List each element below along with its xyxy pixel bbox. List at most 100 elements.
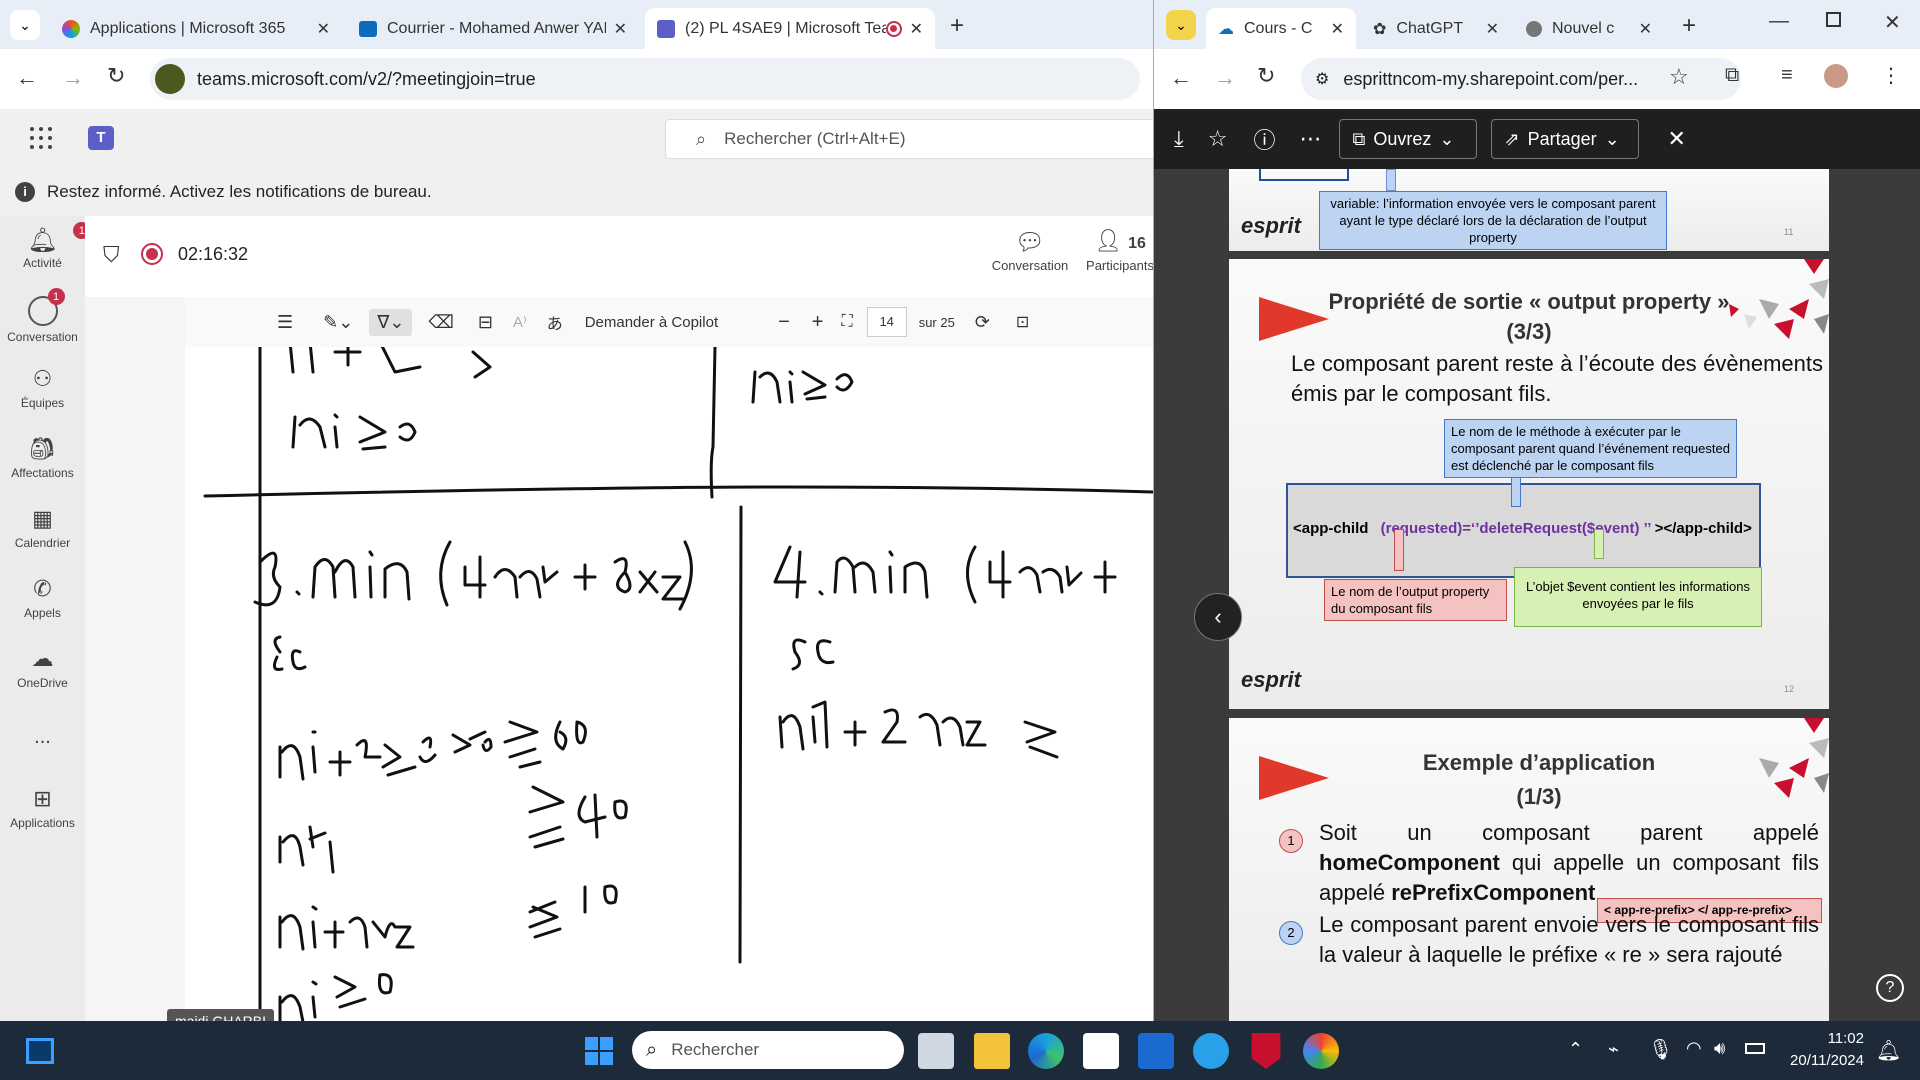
media-icon[interactable]: ≡ [1781,64,1793,87]
tab-search-button[interactable]: ⌄ [10,10,40,40]
start-button[interactable] [585,1037,613,1065]
help-icon[interactable]: ? [1876,974,1904,1002]
open-button[interactable]: ⧉ Ouvrez ⌄ [1339,119,1478,159]
recording-icon [141,243,163,265]
widgets-icon[interactable] [26,1038,54,1064]
maximize-button[interactable] [1826,12,1841,27]
battery-icon[interactable] [1745,1043,1765,1054]
conversation-button[interactable]: 💬︎ Conversation [988,228,1072,273]
open-external-icon: ⧉ [1352,128,1366,149]
draw-icon[interactable]: ∇⌄ [369,308,413,336]
rail-calendar[interactable]: ▦ Calendrier [0,506,85,550]
task-view-icon[interactable] [918,1033,954,1069]
esprit-logo: esprit [1241,667,1301,692]
highlighter-icon[interactable]: ✎⌄ [323,312,353,333]
chat-icon: 💬︎ [1014,229,1046,256]
info-icon[interactable]: ⓘ [1253,123,1275,155]
clock-time[interactable]: 11:02 [1800,1030,1864,1047]
download-icon[interactable]: ⤓ [1174,126,1184,152]
new-tab-button[interactable]: + [1682,12,1696,40]
clock-date[interactable]: 20/11/2024 [1778,1052,1864,1069]
rail-calls[interactable]: ✆ Appels [0,576,85,620]
minimize-button[interactable]: — [1769,10,1789,33]
rail-onedrive[interactable]: ☁ OneDrive [0,646,85,690]
tab-onedrive[interactable]: ☁ Cours - C ✕ [1206,8,1356,49]
fit-page-icon[interactable]: ⛶ [841,313,852,331]
menu-icon[interactable]: ⋮ [1881,63,1901,88]
rail-teams[interactable]: ⚇ Équipes [0,366,85,410]
zoom-in-icon[interactable]: + [812,311,824,334]
microphone-icon[interactable]: 🎙︎ [1648,1037,1673,1062]
close-tab-icon[interactable]: ✕ [614,19,627,39]
extensions-icon[interactable]: ⧉ [1725,64,1739,87]
chevron-up-icon[interactable]: ⌃ [1568,1039,1583,1060]
forward-icon[interactable]: → [1214,65,1236,91]
slide13-item1: Soit un composant parent appelé homeComp… [1319,820,1819,905]
bookmark-star-icon[interactable]: ☆ [1669,64,1689,90]
search-input[interactable]: ⌕ Rechercher (Ctrl+Alt+E) [665,119,1165,159]
read-aloud-icon[interactable]: A⁾ [513,313,527,331]
site-settings-icon[interactable]: ⚙ [1315,69,1329,89]
reload-icon[interactable]: ↻ [1257,63,1275,89]
mic-permission-icon[interactable] [155,64,185,94]
close-viewer-icon[interactable]: ✕ [1667,126,1685,152]
close-window-button[interactable]: ✕ [1884,10,1901,35]
forward-icon[interactable]: → [62,65,84,91]
app-launcher-icon[interactable] [30,127,52,149]
close-tab-icon[interactable]: ✕ [910,19,923,39]
close-tab-icon[interactable]: ✕ [1331,19,1344,39]
conversation-label: Conversation [991,258,1069,273]
rail-assignments[interactable]: 🎒︎ Affectations [0,436,85,480]
tab-microsoft365[interactable]: Applications | Microsoft 365 ✕ [50,8,342,49]
edge-icon[interactable] [1028,1033,1064,1069]
myhp-icon[interactable] [1138,1033,1174,1069]
rail-apps[interactable]: ⊞ Applications [0,786,85,830]
participants-button[interactable]: 👤︎ 16 Participants [1080,228,1160,273]
tab-outlook[interactable]: Courrier - Mohamed Anwer YAI ✕ [347,8,639,49]
tab-new[interactable]: Nouvel c ✕ [1514,8,1664,49]
mcafee-icon[interactable] [1251,1033,1281,1069]
rotate-icon[interactable]: ⟳ [975,312,990,333]
new-tab-button[interactable]: + [950,12,964,40]
reload-icon[interactable]: ↻ [107,63,125,89]
url-field[interactable]: teams.microsoft.com/v2/?meetingjoin=true [150,58,1140,100]
tab-search-button[interactable]: ⌄ [1166,10,1196,40]
wifi-icon[interactable]: ◠ [1686,1038,1702,1059]
rail-chat[interactable]: 1 Conversation [0,288,85,344]
help-app-icon[interactable] [1193,1033,1229,1069]
taskbar-search[interactable]: ⌕ Rechercher [632,1031,904,1069]
text-box-icon[interactable]: ⊟ [478,312,493,333]
previous-page-button[interactable]: ‹ [1194,593,1242,641]
two-page-icon[interactable]: ⊡ [1016,312,1029,332]
translate-icon[interactable]: あ [547,310,563,334]
favorite-star-icon[interactable]: ☆ [1208,126,1228,152]
zoom-out-icon[interactable]: − [778,311,790,334]
volume-icon[interactable]: 🔊︎ [1714,1038,1725,1059]
back-icon[interactable]: ← [16,65,38,91]
close-tab-icon[interactable]: ✕ [317,19,330,39]
network-off-icon[interactable]: ⌁ [1608,1039,1619,1060]
close-tab-icon[interactable]: ✕ [1639,19,1652,39]
eraser-icon[interactable]: ⌫ [428,312,453,333]
copilot-button[interactable]: Demander à Copilot [585,314,718,331]
contents-icon[interactable]: ☰ [277,312,293,333]
teams-logo-icon: T [88,126,114,150]
search-placeholder: Rechercher (Ctrl+Alt+E) [724,129,906,148]
close-tab-icon[interactable]: ✕ [1486,19,1499,39]
code-box: <app-child (requested)=‘’deleteRequest($… [1286,483,1761,578]
file-explorer-icon[interactable] [974,1033,1010,1069]
back-icon[interactable]: ← [1170,65,1192,91]
rail-activity[interactable]: 🔔︎ 1 Activité [0,222,91,270]
rail-more[interactable]: ... [0,726,85,749]
profile-avatar[interactable] [1824,64,1848,88]
tab-chatgpt[interactable]: ✿ ChatGPT ✕ [1361,8,1511,49]
chrome-icon[interactable] [1303,1033,1339,1069]
notification-bell-icon[interactable]: 🔔︎ [1876,1038,1901,1063]
tab-teams[interactable]: (2) PL 4SAE9 | Microsoft Tea ✕ [645,8,935,49]
more-options-icon[interactable]: ⋯ [1299,126,1321,152]
cloud-icon: ☁ [31,646,54,671]
store-icon[interactable] [1083,1033,1119,1069]
share-button[interactable]: ⇗ Partager ⌄ [1491,119,1640,159]
slide12-subtitle: (3/3) [1506,319,1552,344]
page-number-input[interactable]: 14 [866,307,907,337]
